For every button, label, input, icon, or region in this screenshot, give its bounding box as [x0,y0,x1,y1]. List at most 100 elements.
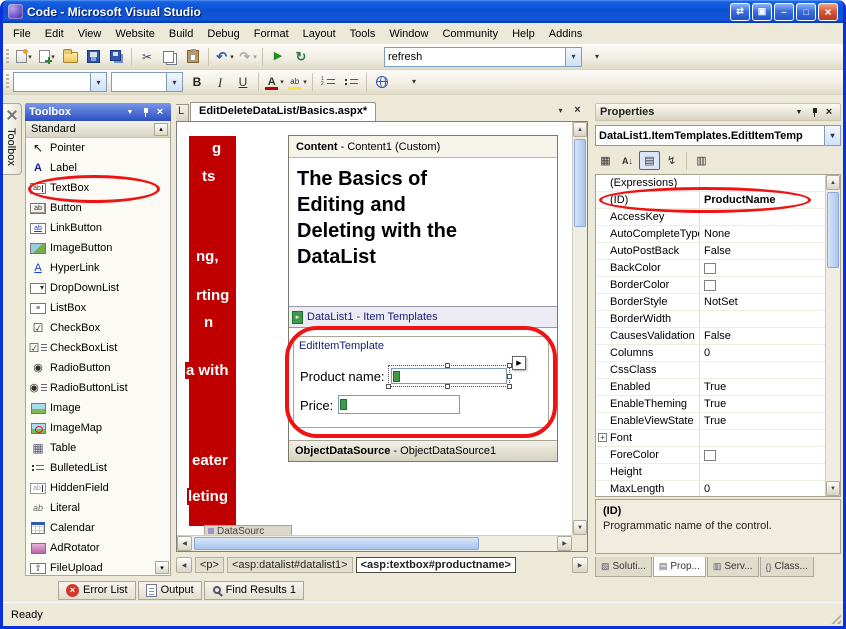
property-pages-button[interactable]: ▥ [691,151,712,170]
selection-handle[interactable] [445,363,450,368]
property-value[interactable]: False [700,328,825,344]
toolbox-pin-button[interactable] [138,106,152,119]
property-value[interactable] [700,362,825,378]
tag-nav-back-button[interactable] [176,557,192,573]
property-value[interactable] [700,430,825,446]
dock-toggle-button[interactable]: ⇄ [730,3,750,21]
property-value[interactable]: NotSet [700,294,825,310]
url-combo-input[interactable] [385,51,565,63]
scrollbar-thumb[interactable] [827,192,839,268]
price-textbox[interactable] [338,395,460,414]
toolbox-item-literal[interactable]: abLiteral [26,498,170,518]
highlight-button[interactable]: ab▾ [286,71,308,93]
font-name-combo[interactable] [111,72,183,92]
property-value[interactable] [700,311,825,327]
property-value[interactable] [700,260,825,276]
toolbar-options-button[interactable]: ▾ [586,46,608,68]
toolbox-item-textbox[interactable]: abTextBox [26,178,170,198]
toolbar-grip[interactable] [6,49,9,65]
toolbox-item-button[interactable]: abButton [26,198,170,218]
property-row-height[interactable]: Height [596,464,825,481]
undo-button[interactable]: ↶▾ [213,46,235,68]
menu-item-window[interactable]: Window [382,25,435,43]
properties-scrollbar[interactable] [825,175,840,496]
toolbox-item-radiobutton[interactable]: ◉RadioButton [26,358,170,378]
properties-view-button[interactable]: ▤ [639,151,660,170]
editor-vertical-scrollbar[interactable] [572,122,587,535]
toolbox-item-calendar[interactable]: Calendar [26,518,170,538]
property-row-accesskey[interactable]: AccessKey [596,209,825,226]
scroll-up-button[interactable] [826,175,840,190]
property-value[interactable]: 0 [700,345,825,361]
selection-handle[interactable] [445,384,450,389]
tab-properties[interactable]: ▤Prop... [653,557,706,577]
property-row-cssclass[interactable]: CssClass [596,362,825,379]
toolbox-header[interactable]: Toolbox [25,103,171,121]
tab-server-explorer[interactable]: ▥Serv... [707,557,759,577]
url-combo-arrow-icon[interactable] [565,48,581,66]
property-value[interactable]: 0 [700,481,825,496]
toolbox-collapsed-tab[interactable]: Toolbox [3,103,22,175]
property-row-expressions[interactable]: (Expressions) [596,175,825,192]
block-format-combo-arrow-icon[interactable] [90,73,106,91]
menu-item-build[interactable]: Build [162,25,200,43]
tag-datalist[interactable]: <asp:datalist#datalist1> [227,557,353,573]
copy-button[interactable] [159,46,181,68]
property-value[interactable] [700,447,825,463]
property-value[interactable]: None [700,226,825,242]
property-row-backcolor[interactable]: BackColor [596,260,825,277]
hyperlink-button[interactable] [371,71,393,93]
toolbox-item-imagebutton[interactable]: ImageButton [26,238,170,258]
toolbox-item-hiddenfield[interactable]: abHiddenField [26,478,170,498]
property-value[interactable]: True [700,413,825,429]
property-row-id[interactable]: (ID)ProductName [596,192,825,209]
alphabetical-sort-button[interactable]: A↓ [617,151,638,170]
property-row-borderwidth[interactable]: BorderWidth [596,311,825,328]
property-row-font[interactable]: +Font [596,430,825,447]
object-selector-arrow-icon[interactable] [824,126,840,145]
menu-item-format[interactable]: Format [247,25,296,43]
editor-tab-active[interactable]: EditDeleteDataList/Basics.aspx* [190,102,376,121]
tab-solution-explorer[interactable]: ▧Soluti... [595,557,652,577]
menu-item-debug[interactable]: Debug [200,25,246,43]
datalist-header-bar[interactable]: DataList1 - Item Templates [289,306,557,328]
product-name-textbox-field[interactable] [391,368,507,384]
events-button[interactable]: ↯ [661,151,682,170]
scrollbar-thumb[interactable] [194,537,479,550]
scroll-down-button[interactable] [573,520,587,535]
window-menu-button[interactable]: ▣ [752,3,772,21]
font-name-combo-input[interactable] [112,76,166,88]
property-value[interactable]: True [700,396,825,412]
property-row-borderstyle[interactable]: BorderStyleNotSet [596,294,825,311]
bulleted-list-button[interactable] [340,71,362,93]
tag-p[interactable]: <p> [195,557,224,573]
format-toolbar-options-button[interactable]: ▾ [403,71,425,93]
selection-handle[interactable] [507,374,512,379]
scrollbar-thumb[interactable] [574,139,586,227]
edit-item-template[interactable]: EditItemTemplate Product name: Price: [293,336,549,428]
property-row-enabled[interactable]: EnabledTrue [596,379,825,396]
open-file-button[interactable] [59,46,81,68]
italic-button[interactable]: I [209,71,231,93]
menu-item-website[interactable]: Website [108,25,162,43]
property-value[interactable] [700,464,825,480]
expand-icon[interactable]: + [598,433,607,442]
save-button[interactable] [82,46,104,68]
numbered-list-button[interactable] [317,71,339,93]
toolbox-item-label[interactable]: ALabel [26,158,170,178]
menu-item-file[interactable]: File [6,25,38,43]
property-row-columns[interactable]: Columns0 [596,345,825,362]
content-control-header[interactable]: Content - Content1 (Custom) [289,136,557,158]
property-value[interactable] [700,175,825,191]
font-name-combo-arrow-icon[interactable] [166,73,182,91]
properties-menu-button[interactable] [792,106,806,119]
scroll-up-button[interactable] [573,122,587,137]
bold-button[interactable]: B [186,71,208,93]
properties-pin-button[interactable] [807,106,821,119]
property-row-autopostback[interactable]: AutoPostBackFalse [596,243,825,260]
menu-item-layout[interactable]: Layout [296,25,343,43]
design-surface[interactable]: gtsng,rtingna witheaterleting Content - … [177,122,572,535]
editor-tab-partial[interactable]: L [176,104,189,121]
toolbox-item-bulletedlist[interactable]: BulletedList [26,458,170,478]
foreground-color-button[interactable]: A▾ [263,71,285,93]
